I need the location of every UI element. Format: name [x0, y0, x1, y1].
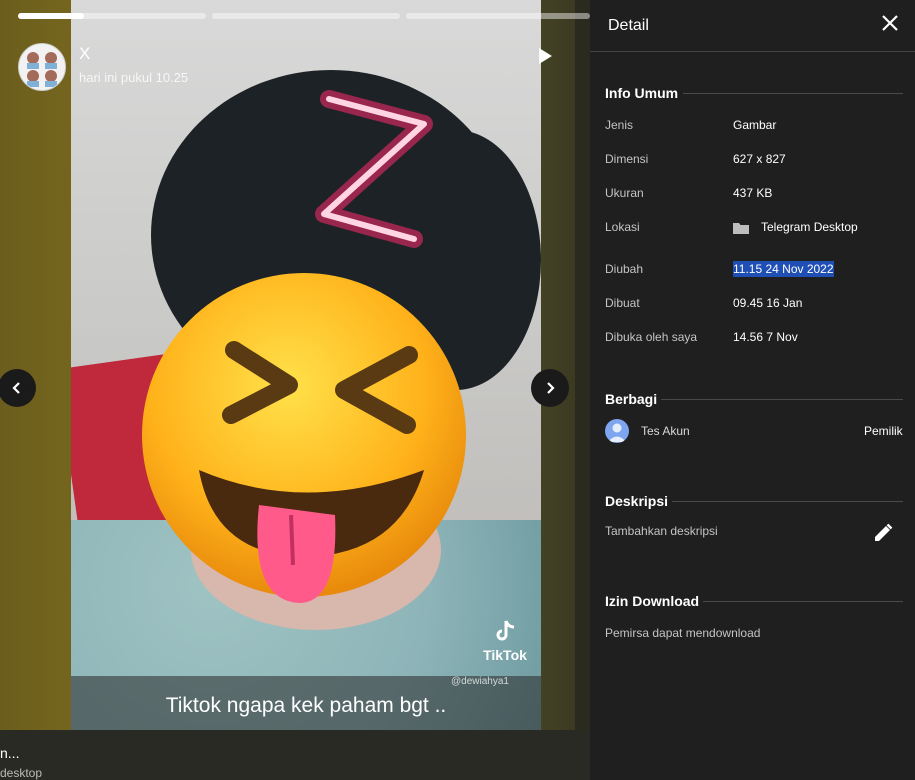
row-label: Diubah — [605, 262, 644, 276]
bottom-strip — [0, 730, 590, 780]
section-divider — [703, 601, 903, 602]
tiktok-username: @dewiahya1 — [451, 676, 509, 687]
section-divider — [683, 93, 903, 94]
description-placeholder[interactable]: Tambahkan deskripsi — [605, 524, 718, 538]
story-progress-3 — [406, 13, 590, 19]
row-label: Ukuran — [605, 186, 644, 200]
row-label: Dimensi — [605, 152, 649, 166]
story-viewer: Tiktok ngapa kek paham bgt .. TikTok @de… — [0, 0, 590, 780]
posted-time: hari ini pukul 10.25 — [79, 70, 189, 85]
row-value-size: 437 KB — [733, 186, 773, 200]
row-label: Jenis — [605, 118, 634, 132]
row-value-created: 09.45 16 Jan — [733, 296, 803, 310]
close-icon[interactable] — [880, 13, 900, 33]
section-description-heading: Deskripsi — [605, 493, 669, 509]
play-icon[interactable] — [535, 46, 555, 66]
row-label: Lokasi — [605, 220, 640, 234]
chevron-right-icon — [547, 382, 555, 394]
row-value-type: Gambar — [733, 118, 777, 132]
story-progress-2 — [212, 13, 400, 19]
story-caption: Tiktok ngapa kek paham bgt .. — [165, 694, 447, 717]
section-divider — [672, 501, 903, 502]
tiktok-watermark: TikTok — [481, 618, 529, 663]
story-progress-1 — [18, 13, 206, 19]
author-avatar[interactable] — [18, 43, 66, 91]
section-download-heading: Izin Download — [605, 593, 700, 609]
row-label: Dibuat — [605, 296, 640, 310]
shared-user-name: Tes Akun — [641, 424, 690, 438]
side-caption-sub: desktop — [0, 766, 43, 780]
section-general-heading: Info Umum — [605, 85, 679, 101]
panel-divider — [590, 51, 915, 52]
edit-icon[interactable] — [872, 522, 894, 544]
download-permission-text: Pemirsa dapat mendownload — [605, 626, 761, 640]
side-caption: n... — [0, 745, 20, 761]
user-avatar — [605, 419, 629, 443]
tiktok-icon — [496, 620, 515, 641]
emoji-sticker — [142, 273, 466, 603]
author-name: X — [79, 44, 91, 63]
section-sharing-heading: Berbagi — [605, 391, 658, 407]
details-panel: Detail Info Umum Jenis Gambar Dimensi 62… — [590, 0, 915, 780]
row-label: Dibuka oleh saya — [605, 330, 698, 344]
panel-title: Detail — [608, 17, 649, 34]
row-value-dimensions: 627 x 827 — [733, 152, 786, 166]
shared-user-role: Pemilik — [864, 424, 903, 438]
chevron-left-icon — [12, 382, 20, 394]
neon-z-sticker — [315, 90, 433, 248]
row-value-location[interactable]: Telegram Desktop — [761, 220, 858, 234]
row-value-opened: 14.56 7 Nov — [733, 330, 798, 344]
next-button[interactable] — [531, 369, 569, 407]
story-image: Tiktok ngapa kek paham bgt .. TikTok @de… — [71, 0, 541, 730]
folder-icon — [733, 223, 749, 234]
row-value-modified: 11.15 24 Nov 2022 — [733, 261, 834, 277]
section-divider — [661, 399, 903, 400]
